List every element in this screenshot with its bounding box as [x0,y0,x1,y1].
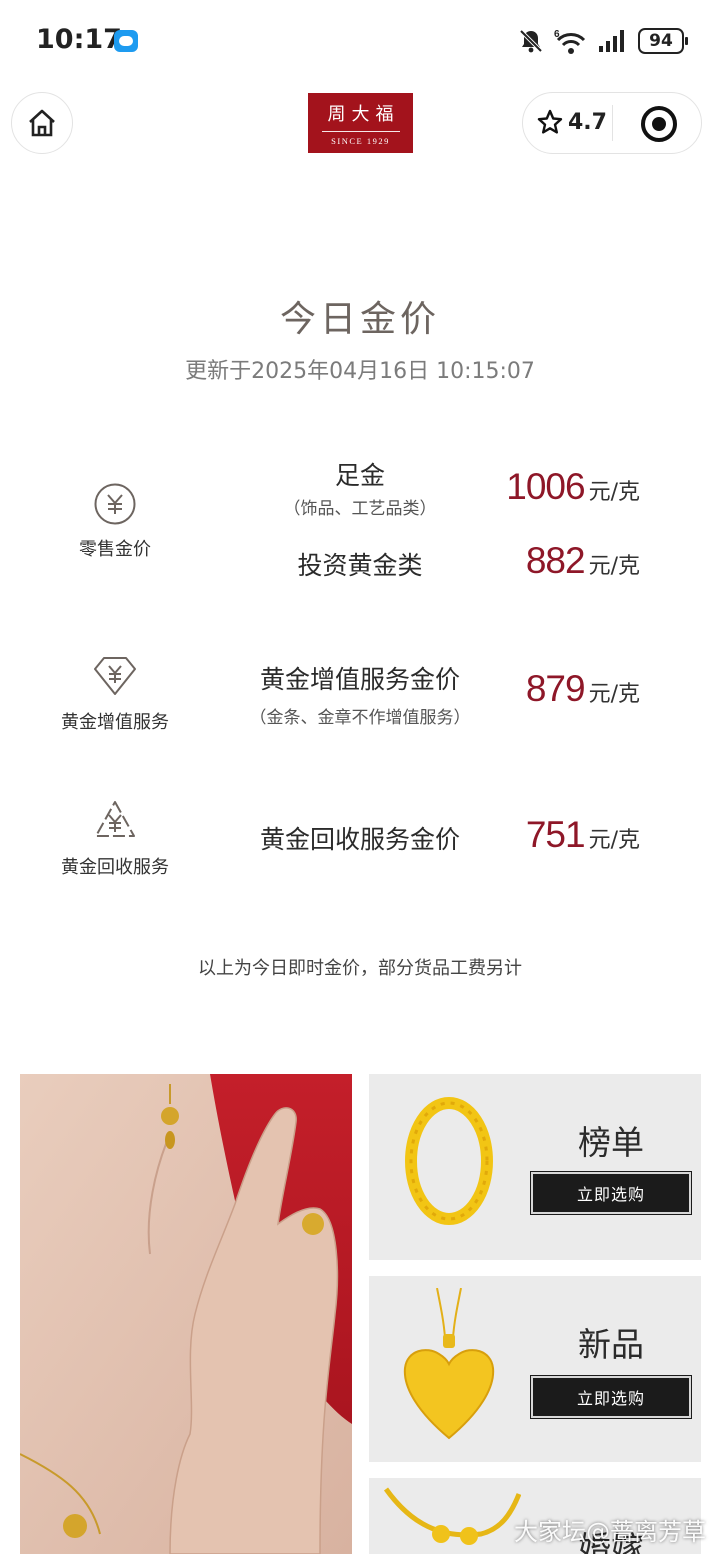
price-value: 1006 [506,466,585,507]
price-unit: 元/克 [588,480,640,505]
status-icons: 6 94 [518,26,688,56]
price-value-added: 879 元/克 [526,668,640,710]
promo-banner: 榜单 立即选购 新品 立即选购 婚嫁 [0,1074,720,1554]
signal-icon [599,30,624,52]
wifi-icon: 6 [554,29,586,54]
yuan-circle-icon [94,483,136,525]
logo-subtitle: SINCE 1929 [331,136,390,146]
watermark: 大家坛@蔷离芳草 [514,1518,706,1546]
logo-text: 周大福 [327,104,400,125]
item-name-pure-gold: 足金 [334,461,385,490]
category-label-value-added: 黄金增值服务 [61,712,169,733]
logo-divider [321,131,400,132]
item-sub-pure-gold: （饰品、工艺品类） [283,499,437,519]
price-value: 751 [525,814,586,855]
close-mini-program-icon[interactable] [641,106,677,142]
price-value: 879 [525,668,586,709]
shop-now-button[interactable]: 立即选购 [530,1375,692,1419]
promo-card-ranking[interactable]: 榜单 立即选购 [369,1074,701,1260]
card-title: 榜单 [578,1123,644,1162]
item-sub-value-added: （金条、金章不作增值服务） [249,708,471,728]
item-name-recycle: 黄金回收服务金价 [259,825,460,854]
gold-heart-pendant-image [403,1288,495,1440]
item-name-value-added: 黄金增值服务金价 [259,665,460,694]
price-unit: 元/克 [588,682,640,707]
price-footnote: 以上为今日即时金价，部分货品工费另计 [198,958,522,979]
mini-program-capsule: 4.7 [522,92,702,154]
yuan-diamond-icon [94,657,136,695]
model-photo-image [20,1074,352,1554]
model-jewelry-photo[interactable] [20,1074,352,1554]
update-timestamp: 更新于2025年04月16日 10:15:07 [185,359,535,384]
promo-card-new[interactable]: 新品 立即选购 [369,1276,701,1462]
bell-off-icon [519,29,543,53]
shop-now-button[interactable]: 立即选购 [530,1171,692,1215]
status-bar: 10:17 6 94 [0,0,720,80]
status-time: 10:17 [36,24,122,55]
capsule-divider [612,105,613,141]
gold-ring-image [405,1097,493,1225]
star-icon [537,109,563,134]
category-label-retail: 零售金价 [79,539,151,560]
price-value: 882 [525,540,586,581]
rating-value: 4.7 [568,109,607,135]
brand-logo: 周大福 SINCE 1929 [308,93,413,153]
battery-level: 94 [649,31,673,51]
price-unit: 元/克 [588,554,640,579]
page-title: 今日金价 [279,299,440,340]
price-investment-gold: 882 元/克 [526,540,640,582]
home-icon [29,109,55,137]
price-unit: 元/克 [588,828,640,853]
yuan-recycle-icon [95,801,135,837]
rating-button[interactable]: 4.7 [537,109,607,135]
message-notification-icon [114,30,138,52]
gold-necklace-image [383,1487,521,1545]
card-title: 新品 [578,1325,644,1364]
price-pure-gold: 1006 元/克 [506,466,640,508]
home-button[interactable] [11,92,73,154]
battery-icon: 94 [638,28,688,54]
price-recycle: 751 元/克 [526,814,640,856]
category-label-recycle: 黄金回收服务 [61,857,169,878]
item-name-investment-gold: 投资黄金类 [297,551,423,580]
